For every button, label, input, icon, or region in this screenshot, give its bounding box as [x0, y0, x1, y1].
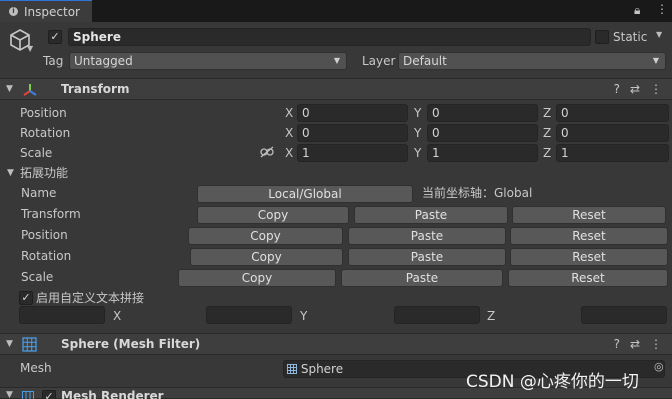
custom-y-label: Y — [300, 309, 308, 323]
mesh-renderer-icon — [22, 391, 34, 399]
axis-z-label: Z — [543, 126, 552, 140]
current-axis-text: 当前坐标轴：Global — [422, 186, 533, 200]
axis-x-label: X — [285, 126, 294, 140]
mesh-icon — [287, 364, 297, 374]
ext-foldout-arrow[interactable]: ▼ — [7, 168, 14, 178]
rotation-x-field[interactable]: 0 — [297, 124, 408, 142]
watermark-text: CSDN @心疼你的一切 — [466, 372, 639, 392]
ext-title: 拓展功能 — [20, 166, 69, 180]
tag-label: Tag — [43, 54, 64, 68]
foldout-arrow[interactable]: ▼ — [6, 390, 13, 399]
axis-y-label: Y — [414, 106, 422, 120]
active-checkbox[interactable]: ✓ — [48, 30, 62, 44]
lock-icon[interactable]: 🔒︎ — [634, 3, 640, 18]
position-copy-button[interactable]: Copy — [188, 227, 343, 245]
more-options-icon[interactable]: ⋮ — [656, 2, 668, 16]
scale-x-field[interactable]: 1 — [297, 144, 408, 162]
scale-paste-button[interactable]: Paste — [341, 269, 503, 287]
ext-scale-label: Scale — [21, 270, 54, 284]
component-menu-icon[interactable]: ⋮ — [650, 337, 662, 351]
custom-text-label: 启用自定义文本拼接 — [36, 291, 145, 305]
scale-y-field[interactable]: 1 — [427, 144, 538, 162]
tab-inspector[interactable]: i Inspector — [0, 0, 92, 22]
transform-paste-button[interactable]: Paste — [354, 206, 508, 224]
transform-header[interactable]: ▼ Transform ? ⇄ ⋮ — [0, 78, 672, 100]
scale-label: Scale — [20, 146, 53, 160]
rotation-reset-button[interactable]: Reset — [510, 248, 668, 266]
axis-y-label: Y — [414, 146, 422, 160]
custom-text-field-2[interactable] — [206, 306, 292, 324]
position-label: Position — [20, 106, 67, 120]
static-checkbox[interactable] — [595, 30, 609, 44]
name-label: Name — [21, 186, 57, 200]
static-dropdown-arrow[interactable]: ▼ — [656, 30, 662, 39]
rotation-label: Rotation — [20, 126, 71, 140]
position-z-field[interactable]: 0 — [556, 104, 669, 122]
preset-icon[interactable]: ⇄ — [630, 337, 640, 351]
mesh-renderer-enabled-checkbox[interactable]: ✓ — [42, 390, 56, 399]
object-name-field[interactable]: Sphere — [68, 28, 591, 46]
tab-title: Inspector — [24, 4, 80, 19]
rotation-z-field[interactable]: 0 — [556, 124, 669, 142]
transform-copy-button[interactable]: Copy — [197, 206, 349, 224]
component-menu-icon[interactable]: ⋮ — [650, 82, 662, 96]
custom-text-field-1[interactable] — [19, 306, 105, 324]
scale-copy-button[interactable]: Copy — [178, 269, 336, 287]
mesh-label: Mesh — [20, 361, 52, 375]
axis-x-label: X — [285, 106, 294, 120]
rotation-y-field[interactable]: 0 — [427, 124, 538, 142]
position-y-field[interactable]: 0 — [427, 104, 538, 122]
transform-reset-button[interactable]: Reset — [512, 206, 666, 224]
layer-dropdown[interactable]: Default ▼ — [398, 52, 666, 70]
info-icon: i — [9, 7, 18, 16]
preset-icon[interactable]: ⇄ — [630, 82, 640, 96]
custom-z-label: Z — [487, 309, 496, 323]
position-reset-button[interactable]: Reset — [510, 227, 668, 245]
help-icon[interactable]: ? — [614, 337, 620, 351]
constrain-proportions-icon[interactable] — [260, 146, 274, 161]
ext-position-label: Position — [21, 228, 68, 242]
custom-x-label: X — [113, 309, 122, 323]
transform-title: Transform — [61, 82, 130, 96]
mesh-filter-header[interactable]: ▼ Sphere (Mesh Filter) ? ⇄ ⋮ — [0, 333, 672, 355]
scale-z-field[interactable]: 1 — [556, 144, 669, 162]
custom-text-checkbox[interactable]: ✓ — [19, 291, 33, 305]
foldout-arrow[interactable]: ▼ — [6, 339, 13, 349]
custom-text-field-3[interactable] — [394, 306, 480, 324]
layer-label: Layer — [362, 54, 396, 68]
help-icon[interactable]: ? — [614, 82, 620, 96]
position-x-field[interactable]: 0 — [297, 104, 408, 122]
custom-text-field-4[interactable] — [581, 306, 667, 324]
object-picker-icon[interactable]: ◎ — [654, 360, 664, 373]
mesh-filter-icon — [22, 337, 37, 355]
icon-dropdown-arrow[interactable]: ▼ — [27, 44, 33, 53]
scale-reset-button[interactable]: Reset — [508, 269, 668, 287]
axis-y-label: Y — [414, 126, 422, 140]
transform-icon — [22, 82, 38, 101]
ext-rotation-label: Rotation — [21, 249, 72, 263]
mesh-renderer-title: Mesh Renderer — [61, 389, 164, 399]
local-global-button[interactable]: Local/Global — [197, 185, 413, 203]
ext-transform-label: Transform — [21, 207, 81, 221]
position-paste-button[interactable]: Paste — [348, 227, 506, 245]
static-label: Static — [613, 30, 648, 44]
tab-bar: i Inspector 🔒︎ ⋮ — [0, 0, 672, 22]
rotation-copy-button[interactable]: Copy — [190, 248, 343, 266]
tag-dropdown[interactable]: Untagged ▼ — [69, 52, 347, 70]
rotation-paste-button[interactable]: Paste — [348, 248, 506, 266]
axis-z-label: Z — [543, 146, 552, 160]
mesh-filter-title: Sphere (Mesh Filter) — [61, 337, 201, 351]
foldout-arrow[interactable]: ▼ — [6, 84, 13, 94]
axis-x-label: X — [285, 146, 294, 160]
axis-z-label: Z — [543, 106, 552, 120]
